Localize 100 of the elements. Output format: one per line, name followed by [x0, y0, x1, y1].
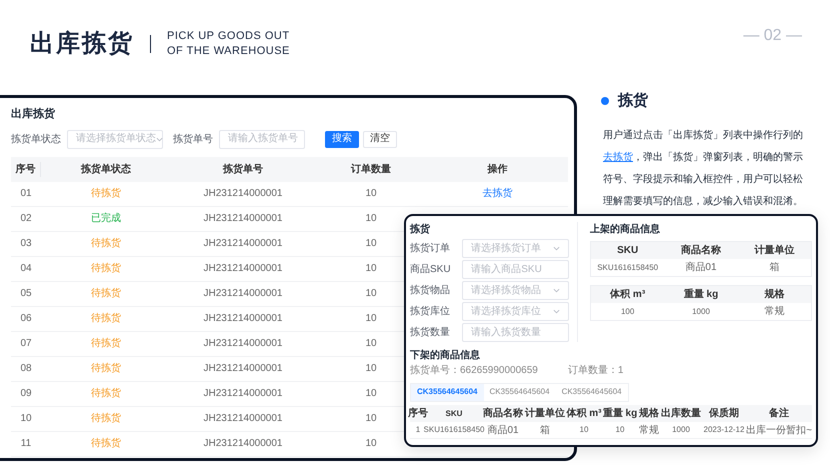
column-header: 体积 m³	[608, 288, 646, 302]
select-field[interactable]: 请选择拣货单状态	[67, 130, 163, 148]
table-cell-text: JH231214000001	[204, 237, 282, 251]
column-header: 重量 kg	[602, 406, 638, 421]
select-field[interactable]: 请选择拣货库位	[462, 302, 569, 321]
table-cell-text: 箱	[540, 424, 550, 438]
table-cell-text: 09	[19, 387, 33, 401]
column-header: 序号	[408, 406, 428, 421]
dialog-title: 拣货	[410, 222, 431, 237]
field-label: 商品SKU	[410, 262, 452, 277]
table-cell-text: 商品01	[487, 424, 519, 438]
table-cell-text: 01	[19, 187, 33, 201]
status-label: 待拣货	[91, 236, 121, 251]
table-cell-text: 10	[365, 187, 377, 201]
table-cell-text: 10	[365, 412, 377, 426]
table-cell-text: 箱	[769, 261, 780, 275]
column-header: 计量单位	[753, 244, 796, 258]
table-cell: 1000	[692, 306, 710, 318]
pick-link[interactable]: 去拣货	[427, 186, 568, 201]
page-number: — 02 —	[743, 26, 802, 46]
feature-title: 拣货	[618, 91, 648, 111]
table-cell-text: JH231214000001	[204, 337, 282, 351]
table-cell-text: JH231214000001	[204, 212, 282, 226]
table-cell-text: 10	[365, 212, 377, 226]
field-label: 拣货库位	[410, 304, 451, 319]
status-label: 待拣货	[91, 186, 121, 201]
input-field[interactable]: 请输入拣货数量	[462, 323, 569, 342]
column-header: 重量 kg	[682, 288, 720, 302]
table-cell-text: 08	[19, 362, 33, 376]
search-button[interactable]: 搜索	[325, 130, 359, 148]
select-field[interactable]: 请选择拣货订单	[462, 239, 569, 258]
table-cell-text: 02	[19, 212, 33, 226]
column-header: 保质期	[709, 406, 739, 421]
table-cell-text: JH231214000001	[204, 362, 282, 376]
table-cell-text: 10	[365, 437, 377, 451]
column-header: 操作	[486, 162, 508, 176]
table-cell-text: JH231214000001	[204, 387, 282, 401]
column-header: 备注	[769, 406, 789, 421]
column-header: 出库数量	[661, 406, 701, 421]
table-cell-text: 11	[20, 437, 32, 451]
chevron-down-icon	[553, 288, 560, 293]
filter-label: 拣货单号	[173, 132, 213, 146]
status-label: 待拣货	[91, 436, 121, 451]
chevron-down-icon	[553, 309, 560, 314]
table-cell-text: JH231214000001	[204, 287, 282, 301]
table-cell-text: JH231214000001	[204, 312, 282, 326]
table-cell-text: JH231214000001	[204, 437, 282, 451]
table-cell-text: 10	[365, 387, 377, 401]
table-cell-text: 04	[19, 262, 33, 276]
table-cell-text: JH231214000001	[204, 262, 282, 276]
page-subtitle: PICK UP GOODS OUT	[167, 29, 290, 44]
status-label: 待拣货	[91, 262, 121, 276]
status-label: 待拣货	[91, 336, 121, 351]
table-cell: 10	[580, 424, 588, 436]
table-cell-text: 10	[365, 362, 377, 376]
table-cell-text: 07	[19, 337, 33, 351]
select-field[interactable]: 请选择拣货物品	[462, 281, 569, 300]
chevron-down-icon	[156, 136, 163, 142]
table-cell: 1	[416, 424, 420, 436]
meta-text: 订单数量：1	[568, 364, 624, 378]
table-cell: 1000	[672, 424, 690, 436]
column-header: 规格	[639, 406, 659, 421]
field-label: 拣货物品	[410, 284, 451, 298]
table-cell: 2023-12-12	[704, 424, 744, 436]
table-cell-text: 10	[365, 237, 377, 251]
status-label: 待拣货	[91, 286, 121, 301]
table-cell-text: 常规	[639, 424, 659, 438]
pick-link[interactable]: 去拣货	[603, 152, 633, 162]
field-label: 拣货订单	[410, 242, 451, 256]
filter-label: 拣货单状态	[11, 132, 61, 146]
meta-text: 拣货单号：66265990000659	[410, 364, 538, 378]
table-cell-text: 10	[365, 287, 377, 301]
column-header: 序号	[11, 162, 41, 176]
column-header: 订单数量	[350, 162, 392, 176]
field-label: 拣货数量	[410, 326, 451, 340]
column-header: SKU	[446, 408, 462, 420]
table-cell-text: 10	[365, 262, 377, 276]
table-cell-text: JH231214000001	[204, 412, 282, 426]
table-cell: 100	[620, 306, 634, 318]
input-field[interactable]: 请输入商品SKU	[462, 260, 569, 279]
window-title: 出库拣货	[11, 106, 56, 122]
column-header: 拣货单状态	[80, 162, 132, 176]
input-field[interactable]: 请输入拣货单号	[219, 130, 305, 148]
table-cell-text: 出库一份暂扣~	[746, 424, 812, 438]
status-label: 待拣货	[91, 312, 121, 326]
order-tab[interactable]: CK35564645604	[411, 384, 484, 400]
table-cell-text: 商品01	[685, 260, 717, 275]
status-label: 已完成	[91, 212, 121, 226]
section-title: 上架的商品信息	[590, 222, 661, 237]
column-header: 拣货单号	[222, 162, 264, 176]
status-label: 待拣货	[91, 386, 121, 401]
table-cell-text: 10	[19, 412, 33, 426]
table-cell-text: 10	[365, 337, 377, 351]
column-header: 计量单位	[525, 406, 565, 421]
column-header: 商品名称	[483, 406, 523, 421]
table-cell-text: 03	[19, 237, 33, 251]
section-title: 下架的商品信息	[410, 348, 481, 363]
table-cell-text: JH231214000001	[204, 187, 282, 201]
clear-button[interactable]: 清空	[363, 130, 397, 148]
column-header: SKU	[616, 244, 640, 258]
